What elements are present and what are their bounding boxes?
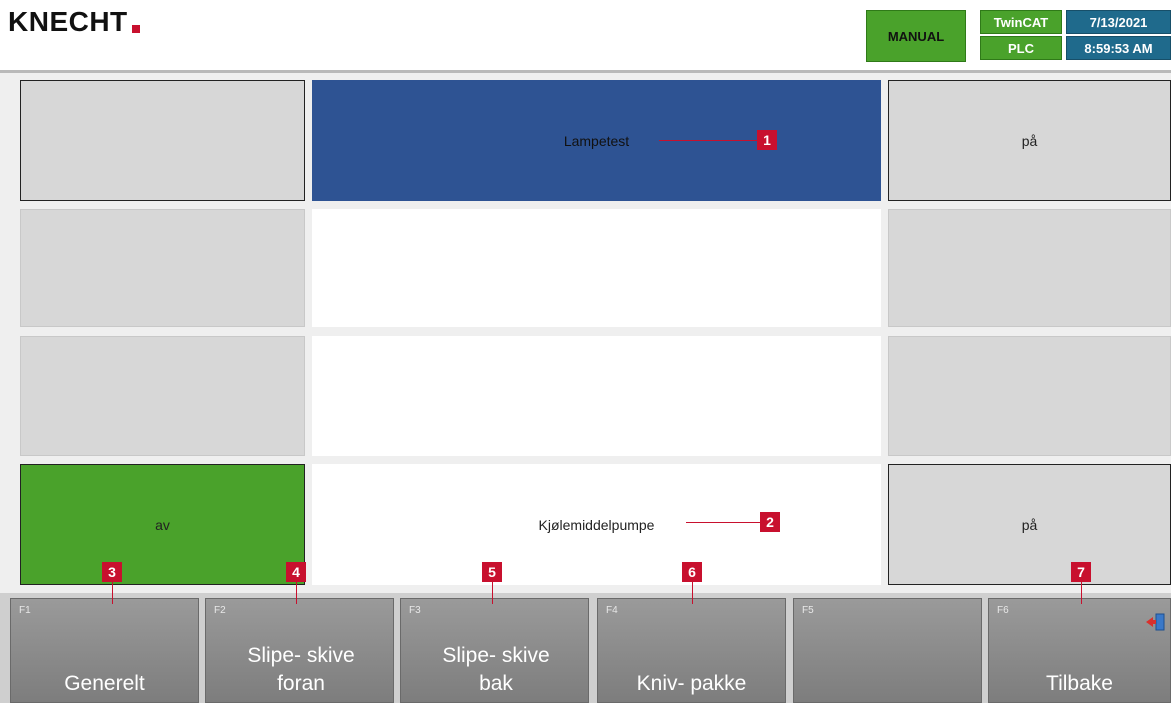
- fkey-number: F1: [19, 605, 31, 616]
- plc-status: PLC: [980, 36, 1062, 60]
- fkey-number: F4: [606, 605, 618, 616]
- callout-3-leader: [112, 580, 113, 604]
- row2-label: [312, 209, 881, 327]
- fkey-number: F5: [802, 605, 814, 616]
- callout-4-leader: [296, 580, 297, 604]
- exit-door-icon: [1146, 613, 1165, 631]
- fkey-number: F2: [214, 605, 226, 616]
- callout-2-badge: 2: [760, 512, 780, 532]
- logo-mark: [131, 25, 140, 33]
- callout-2-leader: [686, 522, 760, 523]
- row1-left-button[interactable]: [20, 80, 305, 201]
- f2-slipeskive-foran-button[interactable]: F2 Slipe- skive foran: [205, 598, 394, 703]
- callout-6-badge: 6: [682, 562, 702, 582]
- row1-label: Lampetest: [312, 80, 881, 201]
- callout-7-badge: 7: [1071, 562, 1091, 582]
- row3-right-button[interactable]: [888, 336, 1171, 456]
- fkey-label: Slipe- skive bak: [442, 644, 550, 695]
- row4-label: Kjølemiddelpumpe: [312, 464, 881, 585]
- time-display: 8:59:53 AM: [1066, 36, 1171, 60]
- callout-1-leader: [659, 140, 757, 141]
- f6-tilbake-button[interactable]: F6 Tilbake: [988, 598, 1171, 703]
- knecht-logo: KNECHT: [8, 6, 140, 38]
- row4-left-button[interactable]: av: [20, 464, 305, 585]
- callout-3-badge: 3: [102, 562, 122, 582]
- row1-right-button[interactable]: på: [888, 80, 1171, 201]
- f4-knivpakke-button[interactable]: F4 Kniv- pakke: [597, 598, 786, 703]
- f1-generelt-button[interactable]: F1 Generelt: [10, 598, 199, 703]
- callout-5-leader: [492, 580, 493, 604]
- fkey-label: Kniv- pakke: [636, 672, 747, 695]
- callout-7-leader: [1081, 580, 1082, 604]
- callout-1-badge: 1: [757, 130, 777, 150]
- fkey-number: F3: [409, 605, 421, 616]
- row3-label: [312, 336, 881, 456]
- twincat-status: TwinCAT: [980, 10, 1062, 34]
- row2-left-button[interactable]: [20, 209, 305, 327]
- f5-button[interactable]: F5: [793, 598, 982, 703]
- date-display: 7/13/2021: [1066, 10, 1171, 34]
- fkey-number: F6: [997, 605, 1009, 616]
- fkey-label: Tilbake: [1046, 672, 1113, 695]
- row4-right-button[interactable]: på: [888, 464, 1171, 585]
- callout-6-leader: [692, 580, 693, 604]
- row2-right-button[interactable]: [888, 209, 1171, 327]
- fkey-label: Slipe- skive foran: [247, 644, 355, 695]
- logo-text: KNECHT: [8, 6, 128, 37]
- callout-4-badge: 4: [286, 562, 306, 582]
- callout-5-badge: 5: [482, 562, 502, 582]
- header-bar: KNECHT MANUAL TwinCAT PLC 7/13/2021 8:59…: [0, 0, 1171, 70]
- fkey-label: Generelt: [64, 672, 145, 695]
- row3-left-button[interactable]: [20, 336, 305, 456]
- mode-indicator[interactable]: MANUAL: [866, 10, 966, 62]
- f3-slipeskive-bak-button[interactable]: F3 Slipe- skive bak: [400, 598, 589, 703]
